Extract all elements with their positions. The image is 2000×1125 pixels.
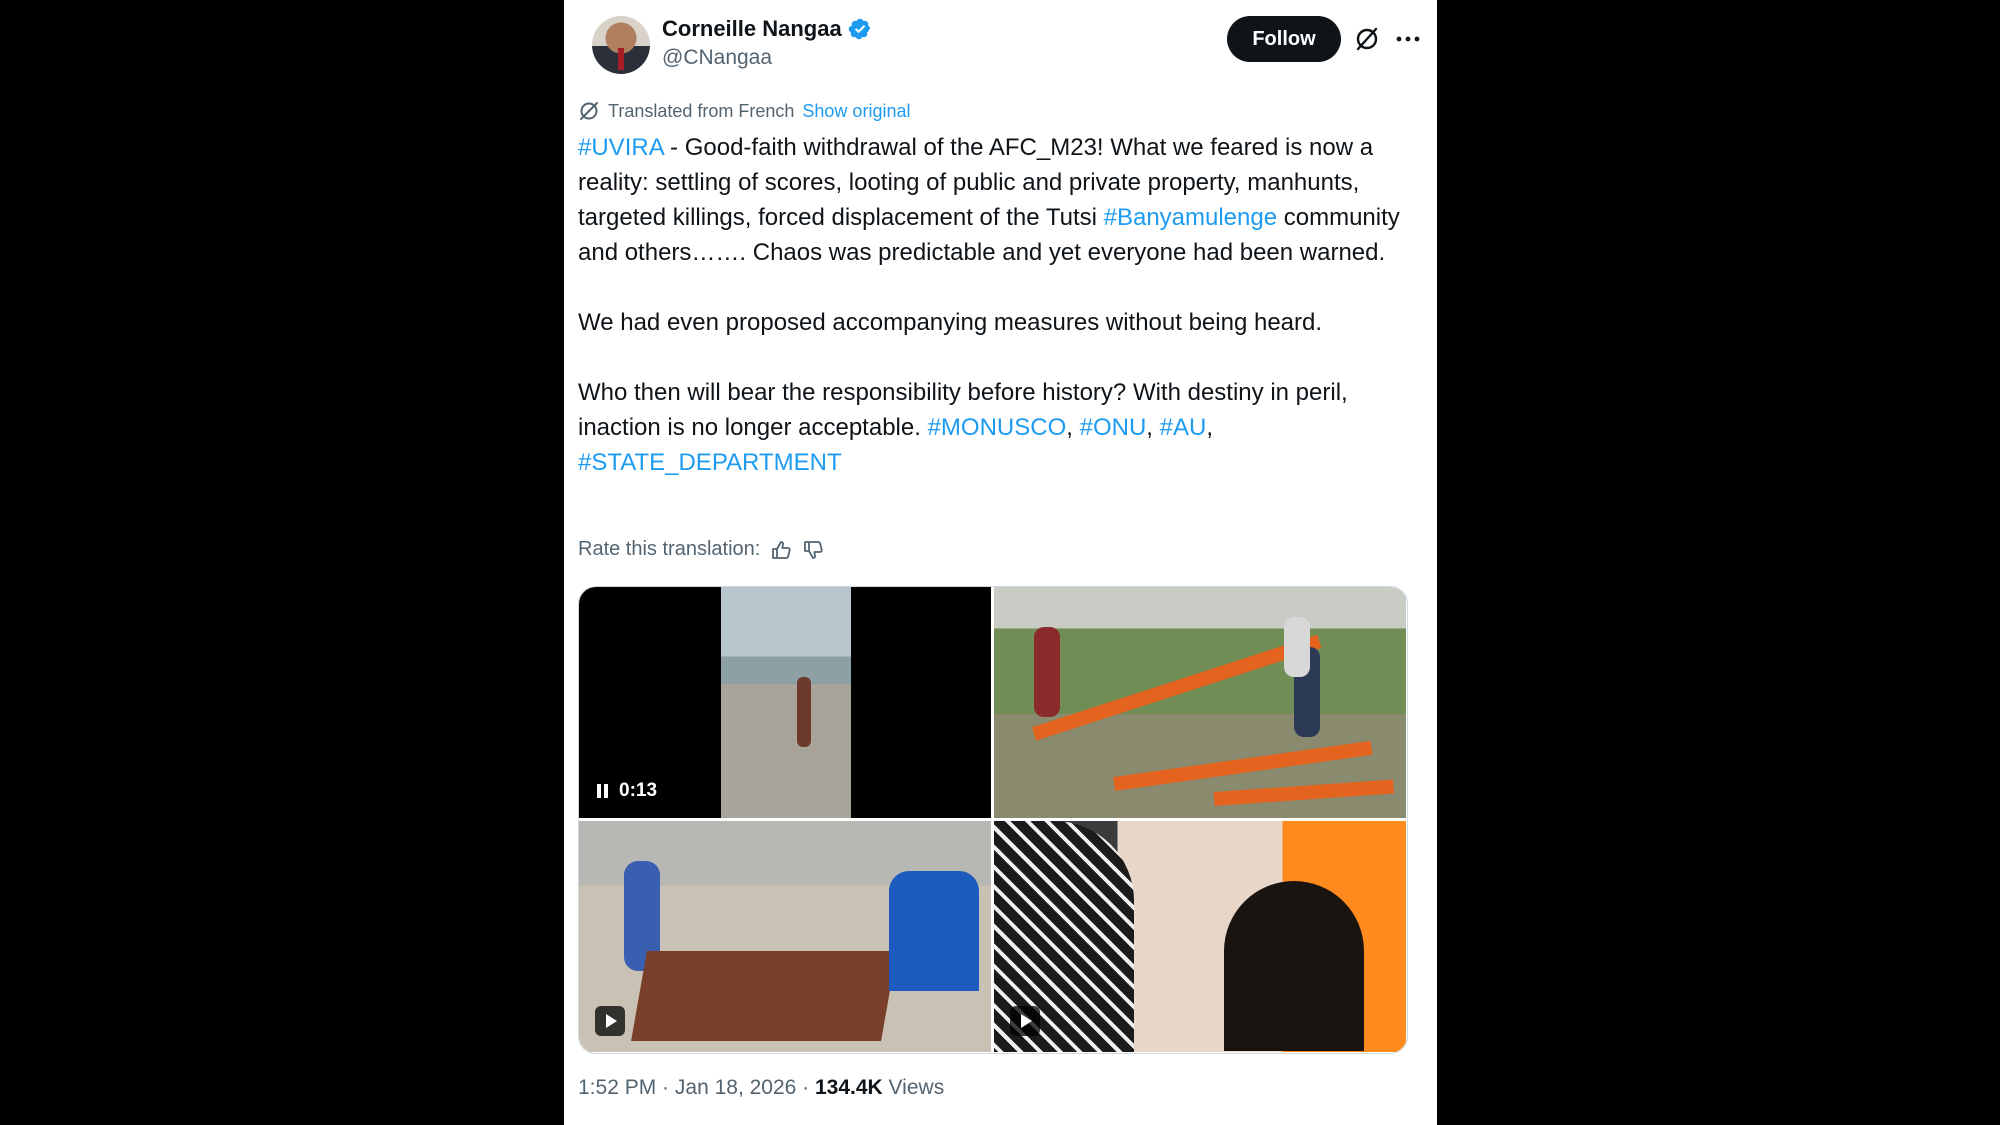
hashtag-uvira[interactable]: #UVIRA — [578, 134, 663, 161]
photo-2[interactable] — [994, 587, 1406, 818]
grok-icon[interactable] — [1354, 26, 1380, 52]
tweet-paragraph-3: Who then will bear the responsibility be… — [578, 375, 1408, 480]
tweet-card: Corneille Nangaa @CNangaa Follow Transla… — [564, 0, 1437, 1125]
more-icon[interactable] — [1394, 26, 1422, 52]
play-button[interactable] — [595, 1006, 625, 1036]
author-display-name[interactable]: Corneille Nangaa — [662, 16, 842, 42]
author-handle[interactable]: @CNangaa — [662, 46, 872, 70]
media-grid: 0:13 — [578, 586, 1408, 1054]
tweet-body: #UVIRA - Good-faith withdrawal of the AF… — [578, 130, 1408, 515]
hashtag-banyamulenge[interactable]: #Banyamulenge — [1104, 204, 1277, 231]
pause-icon[interactable] — [595, 782, 611, 800]
tweet-meta: 1:52 PM · Jan 18, 2026 · 134.4K Views — [578, 1076, 944, 1100]
hashtag-monusco[interactable]: #MONUSCO — [928, 414, 1067, 441]
views-label: Views — [882, 1076, 945, 1099]
meta-separator: · — [656, 1076, 675, 1099]
translated-label: Translated from French — [608, 100, 795, 121]
play-icon — [1021, 1014, 1032, 1028]
tweet-time[interactable]: 1:52 PM — [578, 1076, 656, 1099]
translation-notice: Translated from French Show original — [578, 100, 910, 122]
hashtag-state-department[interactable]: #STATE_DEPARTMENT — [578, 449, 842, 476]
video-thumbnail-1[interactable]: 0:13 — [579, 587, 991, 818]
tweet-paragraph-2: We had even proposed accompanying measur… — [578, 309, 1323, 336]
play-icon — [606, 1014, 617, 1028]
comma: , — [1066, 414, 1080, 441]
video-thumbnail-3[interactable] — [579, 821, 991, 1052]
translate-icon — [580, 102, 598, 120]
video-frame — [721, 587, 851, 818]
tweet-date[interactable]: Jan 18, 2026 — [675, 1076, 796, 1099]
hashtag-au[interactable]: #AU — [1160, 414, 1207, 441]
thumbs-up-icon[interactable] — [770, 539, 792, 561]
thumbs-down-icon[interactable] — [802, 539, 824, 561]
avatar[interactable] — [592, 16, 650, 74]
tweet-header: Corneille Nangaa @CNangaa Follow — [578, 0, 1423, 100]
comma: , — [1146, 414, 1160, 441]
verified-badge-icon — [848, 18, 870, 40]
follow-button[interactable]: Follow — [1227, 16, 1341, 62]
tweet-paragraph-1: #UVIRA - Good-faith withdrawal of the AF… — [578, 130, 1408, 270]
hashtag-onu[interactable]: #ONU — [1080, 414, 1147, 441]
video-playback-badge[interactable]: 0:13 — [595, 780, 657, 802]
meta-separator: · — [796, 1076, 815, 1099]
author-block: Corneille Nangaa @CNangaa — [662, 16, 872, 70]
video-thumbnail-4[interactable] — [994, 821, 1406, 1052]
video-time: 0:13 — [619, 780, 658, 801]
comma: , — [1206, 414, 1213, 441]
show-original-link[interactable]: Show original — [802, 101, 910, 122]
play-button[interactable] — [1010, 1006, 1040, 1036]
author-name-row[interactable]: Corneille Nangaa — [662, 16, 872, 42]
views-count: 134.4K — [815, 1076, 883, 1099]
rate-translation: Rate this translation: — [578, 538, 824, 561]
rate-translation-label: Rate this translation: — [578, 538, 761, 560]
